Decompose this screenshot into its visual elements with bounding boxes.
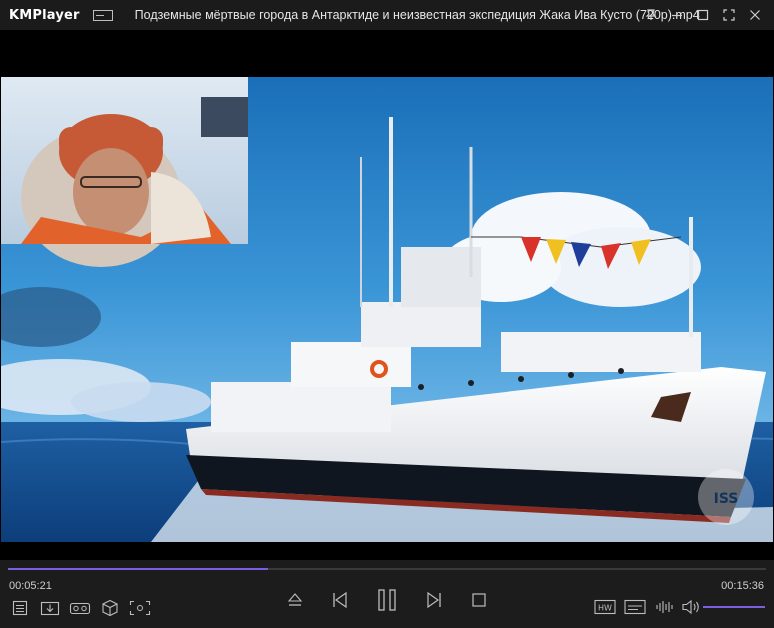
video-area[interactable]: ISS bbox=[0, 30, 774, 560]
stop-icon[interactable] bbox=[468, 589, 490, 611]
subtitle-icon[interactable] bbox=[624, 599, 646, 615]
capture-icon[interactable] bbox=[128, 598, 152, 618]
current-time: 00:05:21 bbox=[9, 580, 52, 592]
seek-progress bbox=[8, 568, 268, 570]
control-bar: 00:05:21 00:15:36 HW bbox=[0, 560, 774, 628]
maximize-icon[interactable] bbox=[690, 0, 716, 30]
equalizer-icon[interactable] bbox=[654, 598, 676, 616]
app-logo[interactable]: KMPlayer bbox=[9, 8, 80, 23]
close-icon[interactable] bbox=[742, 0, 768, 30]
video-watermark: ISS bbox=[714, 491, 739, 507]
video-frame[interactable]: ISS bbox=[1, 77, 773, 542]
minimize-icon[interactable] bbox=[664, 0, 690, 30]
hw-label: HW bbox=[598, 604, 612, 613]
vr-icon[interactable] bbox=[68, 599, 92, 617]
playlist-icon[interactable] bbox=[10, 599, 30, 617]
fullscreen-icon[interactable] bbox=[716, 0, 742, 30]
total-time[interactable]: 00:15:36 bbox=[721, 580, 764, 592]
3d-icon[interactable] bbox=[100, 598, 120, 618]
eject-icon[interactable] bbox=[284, 589, 306, 611]
pause-icon[interactable] bbox=[372, 586, 402, 614]
video-still: ISS bbox=[1, 77, 773, 542]
hw-decoder-icon[interactable]: HW bbox=[594, 599, 616, 615]
download-icon[interactable] bbox=[38, 599, 62, 617]
window-title: Подземные мёртвые города в Антарктиде и … bbox=[134, 8, 700, 22]
volume-icon[interactable] bbox=[680, 598, 702, 616]
pin-icon[interactable] bbox=[638, 0, 664, 30]
next-icon[interactable] bbox=[422, 588, 446, 612]
volume-slider[interactable] bbox=[703, 606, 765, 608]
window-controls bbox=[638, 0, 768, 30]
previous-icon[interactable] bbox=[328, 588, 352, 612]
title-bar: KMPlayer Подземные мёртвые города в Анта… bbox=[0, 0, 774, 30]
seek-bar[interactable] bbox=[8, 568, 766, 570]
skin-icon[interactable] bbox=[92, 9, 113, 21]
